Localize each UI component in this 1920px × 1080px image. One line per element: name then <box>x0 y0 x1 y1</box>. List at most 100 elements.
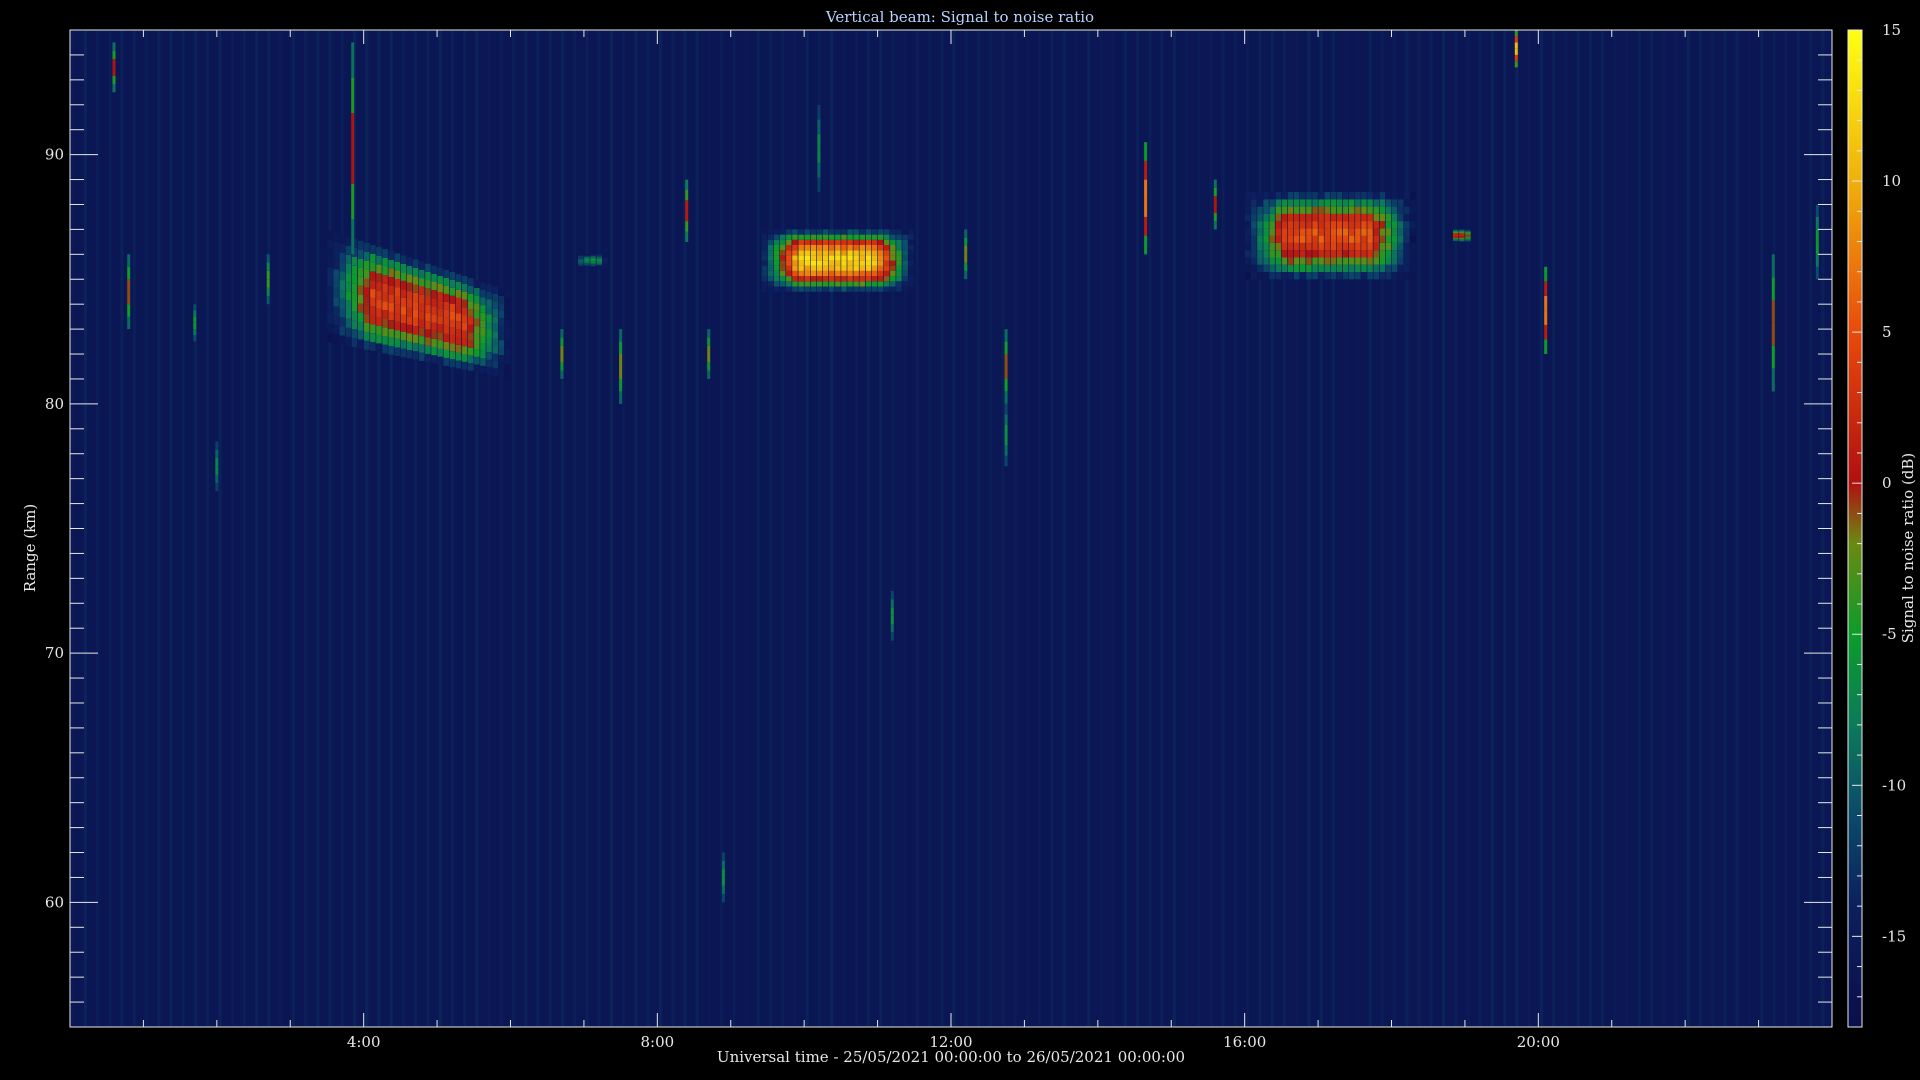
noise-column <box>340 30 344 1027</box>
echo-cell <box>504 371 511 379</box>
echo-cell <box>890 234 896 240</box>
noise-column <box>438 30 442 1027</box>
echo-cell <box>388 320 394 329</box>
noise-column <box>622 30 626 1027</box>
echo-cell <box>449 327 456 336</box>
echo-cell <box>492 294 498 302</box>
echo-cell <box>333 334 339 344</box>
echo-cell <box>1306 221 1312 229</box>
noise-column <box>707 30 711 1027</box>
echo-cell <box>1300 235 1306 243</box>
echo-cell <box>400 348 407 358</box>
echo-cell <box>431 355 437 364</box>
noise-column <box>658 30 662 1027</box>
echo-cell <box>1293 272 1300 280</box>
echo-cell <box>431 298 437 307</box>
echo-cell <box>431 322 437 331</box>
echo-cell <box>1281 272 1288 280</box>
streak-cell <box>890 632 894 641</box>
noise-column <box>1001 30 1005 1027</box>
noise-column <box>830 30 834 1027</box>
echo-cell <box>412 267 419 277</box>
echo-cell <box>884 276 890 282</box>
echo-cell <box>1336 264 1343 272</box>
echo-cell <box>761 239 768 245</box>
echo-cell <box>1404 235 1410 243</box>
echo-cell <box>578 255 584 257</box>
echo-cell <box>602 261 609 263</box>
echo-cell <box>443 349 449 358</box>
echo-cell <box>1342 264 1349 272</box>
echo-cell <box>504 327 511 335</box>
streak-cell <box>351 77 355 114</box>
echo-cell <box>1379 199 1386 207</box>
noise-column <box>683 30 687 1027</box>
echo-cell <box>590 262 596 264</box>
echo-cell <box>468 347 474 356</box>
echo-cell <box>370 306 376 316</box>
echo-cell <box>1269 272 1275 280</box>
echo-cell <box>498 347 505 355</box>
noise-column <box>463 30 467 1027</box>
echo-cell <box>890 286 896 292</box>
echo-cell <box>810 234 817 240</box>
noise-column <box>548 30 552 1027</box>
echo-cell <box>1453 232 1459 234</box>
echo-cell <box>1361 242 1367 251</box>
echo-cell <box>1330 235 1337 243</box>
echo-cell <box>1342 221 1349 229</box>
echo-cell <box>1367 221 1373 229</box>
echo-cell <box>853 265 859 271</box>
echo-cell <box>1251 235 1257 243</box>
echo-cell <box>1342 213 1349 222</box>
streak-cell <box>964 229 968 238</box>
echo-cell <box>437 267 443 276</box>
echo-cell <box>480 297 486 306</box>
echo-cell <box>804 250 810 256</box>
echo-cell <box>1293 235 1300 243</box>
echo-cell <box>859 229 865 235</box>
echo-cell <box>1391 250 1398 258</box>
echo-cell <box>1373 228 1379 236</box>
echo-cell <box>859 239 865 245</box>
echo-cell <box>1312 235 1318 243</box>
echo-cell <box>345 336 352 346</box>
echo-cell <box>865 234 872 240</box>
echo-cell <box>492 368 498 376</box>
echo-cell <box>443 325 449 334</box>
echo-cell <box>816 245 823 251</box>
echo-cell <box>816 276 823 282</box>
noise-column <box>1735 30 1739 1027</box>
echo-cell <box>602 259 609 261</box>
echo-cell <box>890 255 896 261</box>
echo-cell <box>798 239 804 245</box>
noise-column <box>524 30 528 1027</box>
streak-cell <box>1815 216 1819 230</box>
echo-cell <box>1324 257 1330 265</box>
echo-cell <box>400 255 407 264</box>
echo-cell <box>1342 250 1349 258</box>
echo-cell <box>492 316 498 324</box>
noise-column <box>1050 30 1054 1027</box>
streak-cell <box>685 231 689 242</box>
echo-cell <box>786 239 792 245</box>
echo-cell <box>461 330 468 339</box>
streak-cell <box>266 262 270 271</box>
echo-cell <box>1385 250 1392 258</box>
echo-cell <box>412 317 419 327</box>
echo-cell <box>1342 206 1349 214</box>
noise-column <box>487 30 491 1027</box>
echo-cell <box>455 281 462 290</box>
echo-cell <box>1281 221 1288 229</box>
echo-cell <box>908 250 914 256</box>
noise-column <box>1588 30 1592 1027</box>
echo-cell <box>498 369 505 378</box>
echo-cell <box>1306 242 1312 251</box>
echo-cell <box>859 255 865 261</box>
echo-cell <box>480 282 486 290</box>
echo-cell <box>1336 250 1343 258</box>
echo-cell <box>798 255 804 261</box>
echo-cell <box>351 320 358 330</box>
echo-cell <box>792 250 798 256</box>
echo-cell <box>1361 235 1367 243</box>
